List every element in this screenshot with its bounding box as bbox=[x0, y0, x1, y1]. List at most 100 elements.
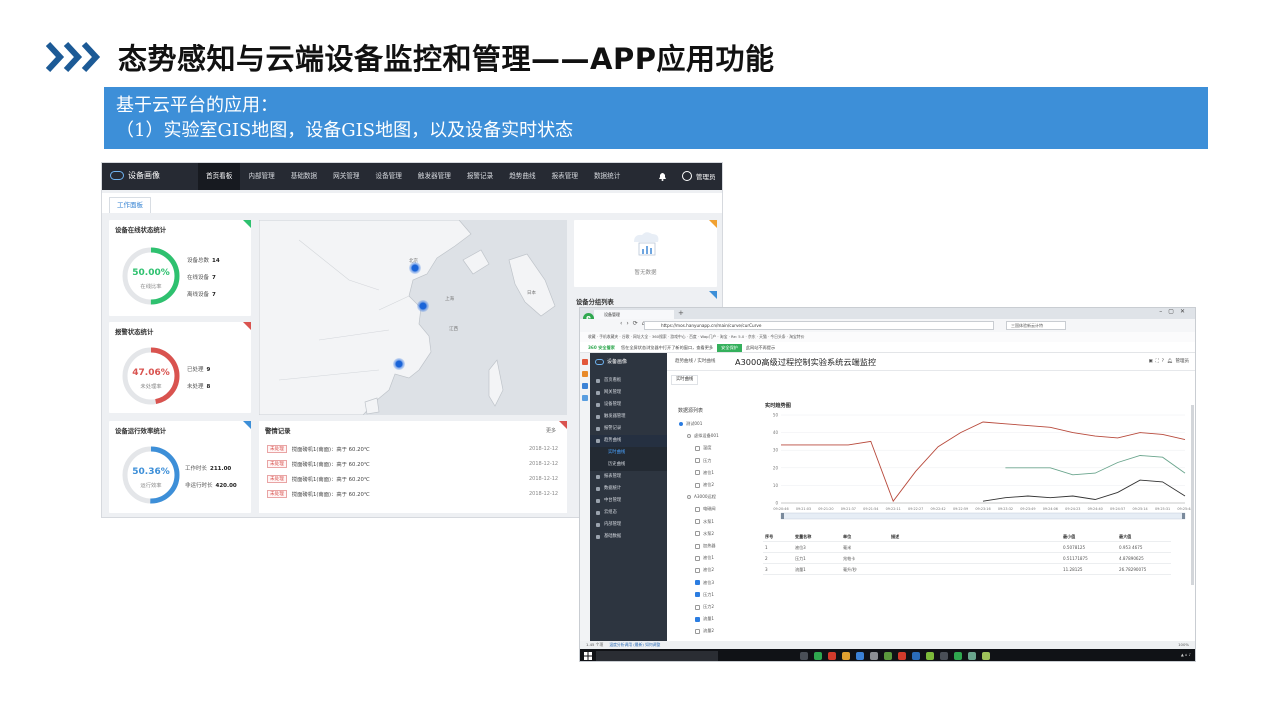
tree-node[interactable]: 虚拟设备001 bbox=[687, 433, 719, 439]
notice-dismiss[interactable]: 此网站不再提示 bbox=[746, 345, 775, 350]
tree-node[interactable]: A3000远程 bbox=[687, 494, 716, 500]
nav-item[interactable]: 网关管理 bbox=[325, 163, 367, 190]
taskbar-app-icon[interactable] bbox=[842, 652, 850, 660]
sidebar-tool-icon[interactable] bbox=[582, 371, 588, 377]
tab-realtime-curve[interactable]: 实时曲线 bbox=[671, 375, 699, 385]
sidebar-item[interactable]: 首页看板 bbox=[590, 375, 667, 387]
taskbar-app-icon[interactable] bbox=[982, 652, 990, 660]
checkbox[interactable] bbox=[695, 519, 700, 525]
checkbox[interactable] bbox=[695, 616, 700, 622]
table-row[interactable]: 1 液位3 毫米 0.5078125 0.953 4675 bbox=[763, 542, 1171, 553]
nav-item[interactable]: 数据统计 bbox=[586, 163, 628, 190]
taskbar-app-icon[interactable] bbox=[828, 652, 836, 660]
sidebar-item[interactable]: 报表管理 bbox=[590, 471, 667, 483]
more-link[interactable]: 更多 bbox=[546, 427, 556, 434]
checkbox[interactable] bbox=[695, 580, 700, 586]
fullscreen-icon[interactable]: ⛶ bbox=[1156, 359, 1159, 364]
taskbar-tray-icon[interactable]: ▲ ⌂ ♪ bbox=[1181, 652, 1191, 657]
taskbar-app-icon[interactable] bbox=[898, 652, 906, 660]
tree-node[interactable]: 温度 bbox=[695, 445, 711, 451]
checkbox[interactable] bbox=[687, 495, 691, 500]
checkbox[interactable] bbox=[695, 555, 700, 561]
taskbar-app-icon[interactable] bbox=[856, 652, 864, 660]
checkbox[interactable] bbox=[687, 434, 691, 439]
table-row[interactable]: 3 流量1 毫升/秒 11.28125 26.78290075 bbox=[763, 564, 1171, 575]
alarm-row[interactable]: 未处理 搅面磅机1(南面)：高于 60.20℃ bbox=[267, 490, 370, 498]
sidebar-item[interactable]: 触发器管理 bbox=[590, 411, 667, 423]
taskbar-app-icon[interactable] bbox=[912, 652, 920, 660]
new-tab-icon[interactable]: + bbox=[678, 309, 684, 317]
bookmarks-bar[interactable]: 收藏 · 手机收藏夹 · 谷歌 · 网址大全 · 360搜索 · 游戏中心 · … bbox=[580, 332, 1195, 342]
taskbar-app-icon[interactable] bbox=[940, 652, 948, 660]
nav-item[interactable]: 报表管理 bbox=[544, 163, 586, 190]
taskbar-app-icon[interactable] bbox=[968, 652, 976, 660]
nav-item[interactable]: 趋势曲线 bbox=[501, 163, 543, 190]
windows-start-icon[interactable] bbox=[584, 652, 592, 660]
url-input[interactable]: https://mos.hanyunapp.cn/main/curve/curC… bbox=[644, 321, 994, 330]
checkbox[interactable] bbox=[695, 506, 700, 512]
device-marker-1[interactable] bbox=[409, 262, 421, 274]
alarm-row[interactable]: 未处理 搅面磅机1(南面)：高于 60.20℃ bbox=[267, 445, 370, 453]
tree-node[interactable]: 压力2 bbox=[695, 604, 714, 610]
sidebar-tool-icon[interactable] bbox=[582, 395, 588, 401]
tab-workbench[interactable]: 工作面板 bbox=[109, 197, 151, 213]
sidebar-item[interactable]: 中台管理 bbox=[590, 495, 667, 507]
taskbar-app-icon[interactable] bbox=[814, 652, 822, 660]
nav-item[interactable]: 触发器管理 bbox=[410, 163, 459, 190]
sidebar-item[interactable]: 基础数据 bbox=[590, 531, 667, 543]
scrollbar[interactable] bbox=[1191, 405, 1194, 585]
device-marker-2[interactable] bbox=[417, 300, 429, 312]
checkbox[interactable] bbox=[695, 628, 700, 634]
nav-item[interactable]: 报警记录 bbox=[459, 163, 501, 190]
zoom-badge-icon[interactable]: ▣ bbox=[1148, 359, 1152, 364]
tree-node[interactable]: 加热器 bbox=[695, 543, 716, 549]
checkbox[interactable] bbox=[679, 422, 683, 426]
taskbar-app-icon[interactable] bbox=[954, 652, 962, 660]
app-brand[interactable]: 设备画像 bbox=[595, 358, 627, 365]
sidebar-item[interactable]: 历史曲线 bbox=[590, 459, 667, 471]
checkbox[interactable] bbox=[695, 531, 700, 537]
user-menu[interactable]: 管理员 bbox=[682, 171, 716, 181]
realtime-trend-chart[interactable]: 0 10 20 30 40 50 09:20:46 09:21:03 09:21:20 09:21… bbox=[763, 409, 1193, 527]
sidebar-item[interactable]: 网关管理 bbox=[590, 387, 667, 399]
sidebar-item[interactable]: 趋势曲线 bbox=[590, 435, 667, 447]
device-marker-3[interactable] bbox=[393, 358, 405, 370]
sidebar-item[interactable]: 内部管理 bbox=[590, 519, 667, 531]
taskbar-app-icon[interactable] bbox=[926, 652, 934, 660]
checkbox[interactable] bbox=[695, 445, 700, 451]
table-row[interactable]: 2 压力1 兆帕卡 0.51171875 4.87890625 bbox=[763, 553, 1171, 564]
brand-logo[interactable]: 设备画像 bbox=[110, 170, 160, 181]
tree-node[interactable]: 流量2 bbox=[695, 628, 714, 634]
nav-item[interactable]: 基础数据 bbox=[283, 163, 325, 190]
tree-node[interactable]: 测试001 bbox=[679, 421, 702, 427]
tree-node[interactable]: 压力 bbox=[695, 458, 711, 464]
sidebar-tool-icon[interactable] bbox=[582, 359, 588, 365]
checkbox[interactable] bbox=[695, 543, 700, 549]
notice-button[interactable]: 安全保护 bbox=[717, 344, 742, 352]
tree-node[interactable]: 液位2 bbox=[695, 567, 714, 573]
nav-item[interactable]: 内部管理 bbox=[240, 163, 282, 190]
tree-node[interactable]: 液位1 bbox=[695, 470, 714, 476]
gis-map[interactable]: 北京 上海 江西 日本 bbox=[259, 220, 567, 415]
checkbox[interactable] bbox=[695, 604, 700, 610]
sidebar-item[interactable]: 云组态 bbox=[590, 507, 667, 519]
taskbar-search[interactable] bbox=[596, 651, 718, 661]
bell-icon[interactable]: 🔔︎ bbox=[1167, 359, 1173, 364]
help-icon[interactable]: ? bbox=[1162, 359, 1164, 364]
window-controls-icon[interactable]: –▢✕ bbox=[1159, 308, 1191, 315]
header-user[interactable]: 管理员 bbox=[1176, 359, 1190, 364]
browser-tab[interactable]: 设备管理 bbox=[594, 310, 674, 319]
tree-node[interactable]: 液位1 bbox=[695, 555, 714, 561]
nav-item[interactable]: 首页看板 bbox=[198, 163, 241, 190]
nav-item[interactable]: 设备管理 bbox=[368, 163, 410, 190]
checkbox[interactable] bbox=[695, 482, 700, 488]
tree-node[interactable]: 液位2 bbox=[695, 482, 714, 488]
alarm-row[interactable]: 未处理 搅面磅机1(南面)：高于 60.20℃ bbox=[267, 475, 370, 483]
sidebar-item[interactable]: 设备管理 bbox=[590, 399, 667, 411]
tree-node[interactable]: 水泵1 bbox=[695, 519, 714, 525]
taskbar-app-icon[interactable] bbox=[870, 652, 878, 660]
tree-node[interactable]: 流量1 bbox=[695, 616, 714, 622]
browser-search-input[interactable]: 三国体验新云计特 bbox=[1006, 321, 1066, 330]
checkbox[interactable] bbox=[695, 592, 700, 598]
bell-icon[interactable] bbox=[658, 171, 667, 181]
